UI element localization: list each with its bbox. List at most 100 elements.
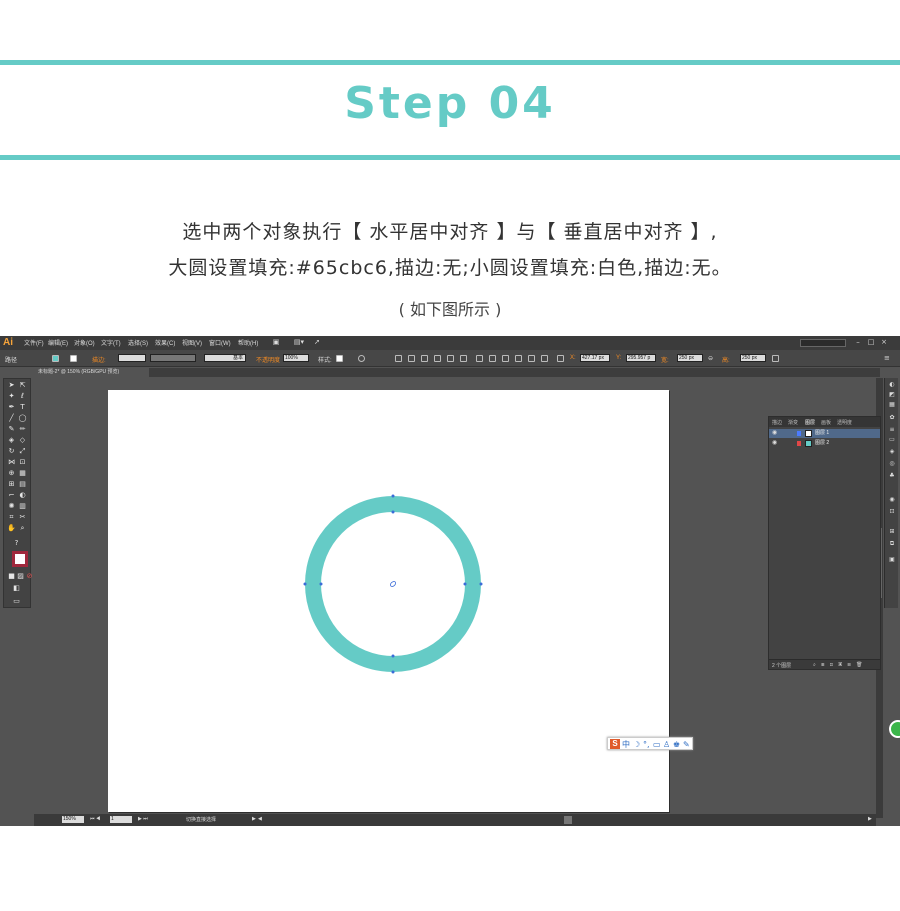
reference-point-icon[interactable] — [557, 355, 564, 362]
anchor-inner-top[interactable] — [391, 510, 395, 514]
menu-select[interactable]: 选择(S) — [128, 338, 148, 347]
anchor-inner-right[interactable] — [463, 582, 467, 586]
zoom-field[interactable]: 150% — [62, 816, 84, 823]
help-icon[interactable]: ? — [12, 539, 21, 548]
first-artboard-icon[interactable]: ⏮ ◀ — [90, 816, 100, 822]
zoom-tool-icon[interactable]: ⌕ — [18, 524, 27, 533]
stroke-swatch-icon[interactable] — [70, 355, 77, 362]
constrain-proportions-icon[interactable]: ⊖ — [708, 355, 715, 362]
search-field[interactable] — [800, 339, 846, 347]
align-bottom-icon[interactable] — [460, 355, 467, 362]
free-transform-tool-icon[interactable]: ⊡ — [18, 458, 27, 467]
voice-icon[interactable]: ♙ — [663, 739, 670, 750]
arrange-icon[interactable]: ▤▾ — [292, 338, 306, 346]
anchor-inner-bottom[interactable] — [391, 654, 395, 658]
blend-tool-icon[interactable]: ◐ — [18, 491, 27, 500]
eyedropper-tool-icon[interactable]: ⌐ — [7, 491, 16, 500]
transform-menu-icon[interactable] — [772, 355, 779, 362]
fill-swatch-icon[interactable] — [52, 355, 59, 362]
distribute-right-icon[interactable] — [541, 355, 548, 362]
status-menu-arrow-icon[interactable]: ▶ — [252, 816, 256, 822]
menu-effect[interactable]: 效果(C) — [155, 338, 175, 347]
swatches-panel-icon[interactable]: ▦ — [888, 401, 896, 408]
y-field[interactable]: 295.957 p — [626, 354, 656, 362]
shape-builder-tool-icon[interactable]: ⊕ — [7, 469, 16, 478]
layer-row-2[interactable]: ◉ 图层 2 — [769, 439, 880, 448]
height-field[interactable]: 250 px — [740, 354, 766, 362]
paintbrush-tool-icon[interactable]: ✎ — [7, 425, 16, 434]
mesh-tool-icon[interactable]: ⊞ — [7, 480, 16, 489]
layer-row-1[interactable]: ◉ 图层 1 — [769, 429, 880, 438]
distribute-top-icon[interactable] — [476, 355, 483, 362]
menu-edit[interactable]: 编辑(E) — [48, 338, 68, 347]
toolbox-icon[interactable]: ✎ — [683, 739, 690, 750]
graphic-styles-icon[interactable]: ◉ — [888, 496, 896, 503]
h-scroll-left-icon[interactable]: ◀ — [258, 816, 262, 822]
anchor-left[interactable] — [303, 582, 307, 586]
magic-wand-tool-icon[interactable]: ✦ — [7, 392, 16, 401]
align-panel-icon[interactable]: ⊞ — [888, 528, 896, 535]
anchor-right[interactable] — [479, 582, 483, 586]
brush-style-field[interactable]: 基本 — [204, 354, 246, 362]
anchor-bottom[interactable] — [391, 670, 395, 674]
visibility-eye-icon[interactable]: ◉ — [772, 429, 777, 438]
keyboard-icon[interactable]: ▭ — [653, 739, 661, 750]
bridge-icon[interactable]: ▣ — [272, 338, 280, 346]
tab-artboards[interactable]: 画板 — [821, 419, 831, 426]
gradient-tool-icon[interactable]: ▤ — [18, 480, 27, 489]
direct-selection-tool-icon[interactable]: ⇱ — [18, 381, 27, 390]
layer-name[interactable]: 图层 2 — [815, 439, 829, 448]
column-graph-tool-icon[interactable]: ▥ — [18, 502, 27, 511]
scale-tool-icon[interactable]: ⤢ — [18, 447, 27, 456]
stroke-label[interactable]: 描边: — [92, 355, 106, 364]
punctuation-icon[interactable]: ☽ — [633, 739, 640, 750]
opacity-field[interactable]: 100% — [283, 354, 309, 362]
distribute-hcenter-icon[interactable] — [528, 355, 535, 362]
menu-help[interactable]: 帮助(H) — [238, 338, 258, 347]
align-vcenter-icon[interactable] — [447, 355, 454, 362]
perspective-grid-tool-icon[interactable]: ▦ — [18, 469, 27, 478]
artboard-tool-icon[interactable]: ⌗ — [7, 513, 16, 522]
menu-type[interactable]: 文字(T) — [101, 338, 121, 347]
visibility-eye-icon[interactable]: ◉ — [772, 439, 777, 448]
line-tool-icon[interactable]: ╱ — [7, 414, 16, 423]
close-icon[interactable]: × — [880, 338, 888, 346]
small-circle[interactable] — [321, 512, 465, 656]
graphic-style-icon[interactable] — [336, 355, 343, 362]
skin-icon[interactable]: ♚ — [673, 739, 680, 750]
color-panel-icon[interactable]: ◐ — [888, 381, 896, 388]
distribute-vcenter-icon[interactable] — [489, 355, 496, 362]
layer-actions-icons[interactable]: ⌕ ⊞ ⊡ ▣ ⊟ 🗑 — [813, 662, 864, 668]
symbols-panel-icon[interactable]: ♣ — [888, 472, 896, 479]
layer-name[interactable]: 图层 1 — [815, 429, 829, 438]
hand-tool-icon[interactable]: ✋ — [7, 524, 16, 533]
ime-toolbar[interactable]: S 中 ☽ °, ▭ ♙ ♚ ✎ — [607, 737, 693, 750]
x-field[interactable]: 427.17 px — [580, 354, 610, 362]
type-tool-icon[interactable]: T — [18, 403, 27, 412]
align-hcenter-icon[interactable] — [408, 355, 415, 362]
width-tool-icon[interactable]: ⋈ — [7, 458, 16, 467]
transform-panel-icon[interactable]: ⊡ — [888, 508, 896, 515]
tab-stroke[interactable]: 描边 — [772, 419, 782, 426]
brushes-panel-icon[interactable]: ✿ — [888, 414, 896, 421]
send-icon[interactable]: ➚ — [313, 338, 321, 346]
document-tab[interactable]: 未标题-2* @ 150% (RGB/GPU 预览) — [34, 368, 149, 377]
stroke-weight-field[interactable] — [118, 354, 146, 362]
h-scroll-right-icon[interactable]: ▶ — [868, 816, 872, 822]
sogou-logo-icon[interactable]: S — [610, 739, 620, 749]
rotate-tool-icon[interactable]: ↻ — [7, 447, 16, 456]
anchor-inner-left[interactable] — [319, 582, 323, 586]
menu-file[interactable]: 文件(F) — [24, 338, 44, 347]
eraser-tool-icon[interactable]: ◇ — [18, 436, 27, 445]
next-artboard-icon[interactable]: ▶ ⏭ — [138, 816, 148, 822]
screen-mode-icon[interactable]: ▭ — [12, 597, 21, 606]
pen-tool-icon[interactable]: ✒ — [7, 403, 16, 412]
color-guide-icon[interactable]: ◩ — [888, 391, 896, 398]
panel-menu-icon[interactable]: ≡ — [884, 355, 891, 362]
tab-transparency[interactable]: 透明度 — [837, 419, 852, 426]
lasso-tool-icon[interactable]: ℓ — [18, 392, 27, 401]
artboard[interactable] — [108, 390, 669, 812]
tab-layers[interactable]: 图层 — [805, 419, 815, 426]
variable-width-field[interactable] — [150, 354, 196, 362]
anchor-top[interactable] — [391, 494, 395, 498]
